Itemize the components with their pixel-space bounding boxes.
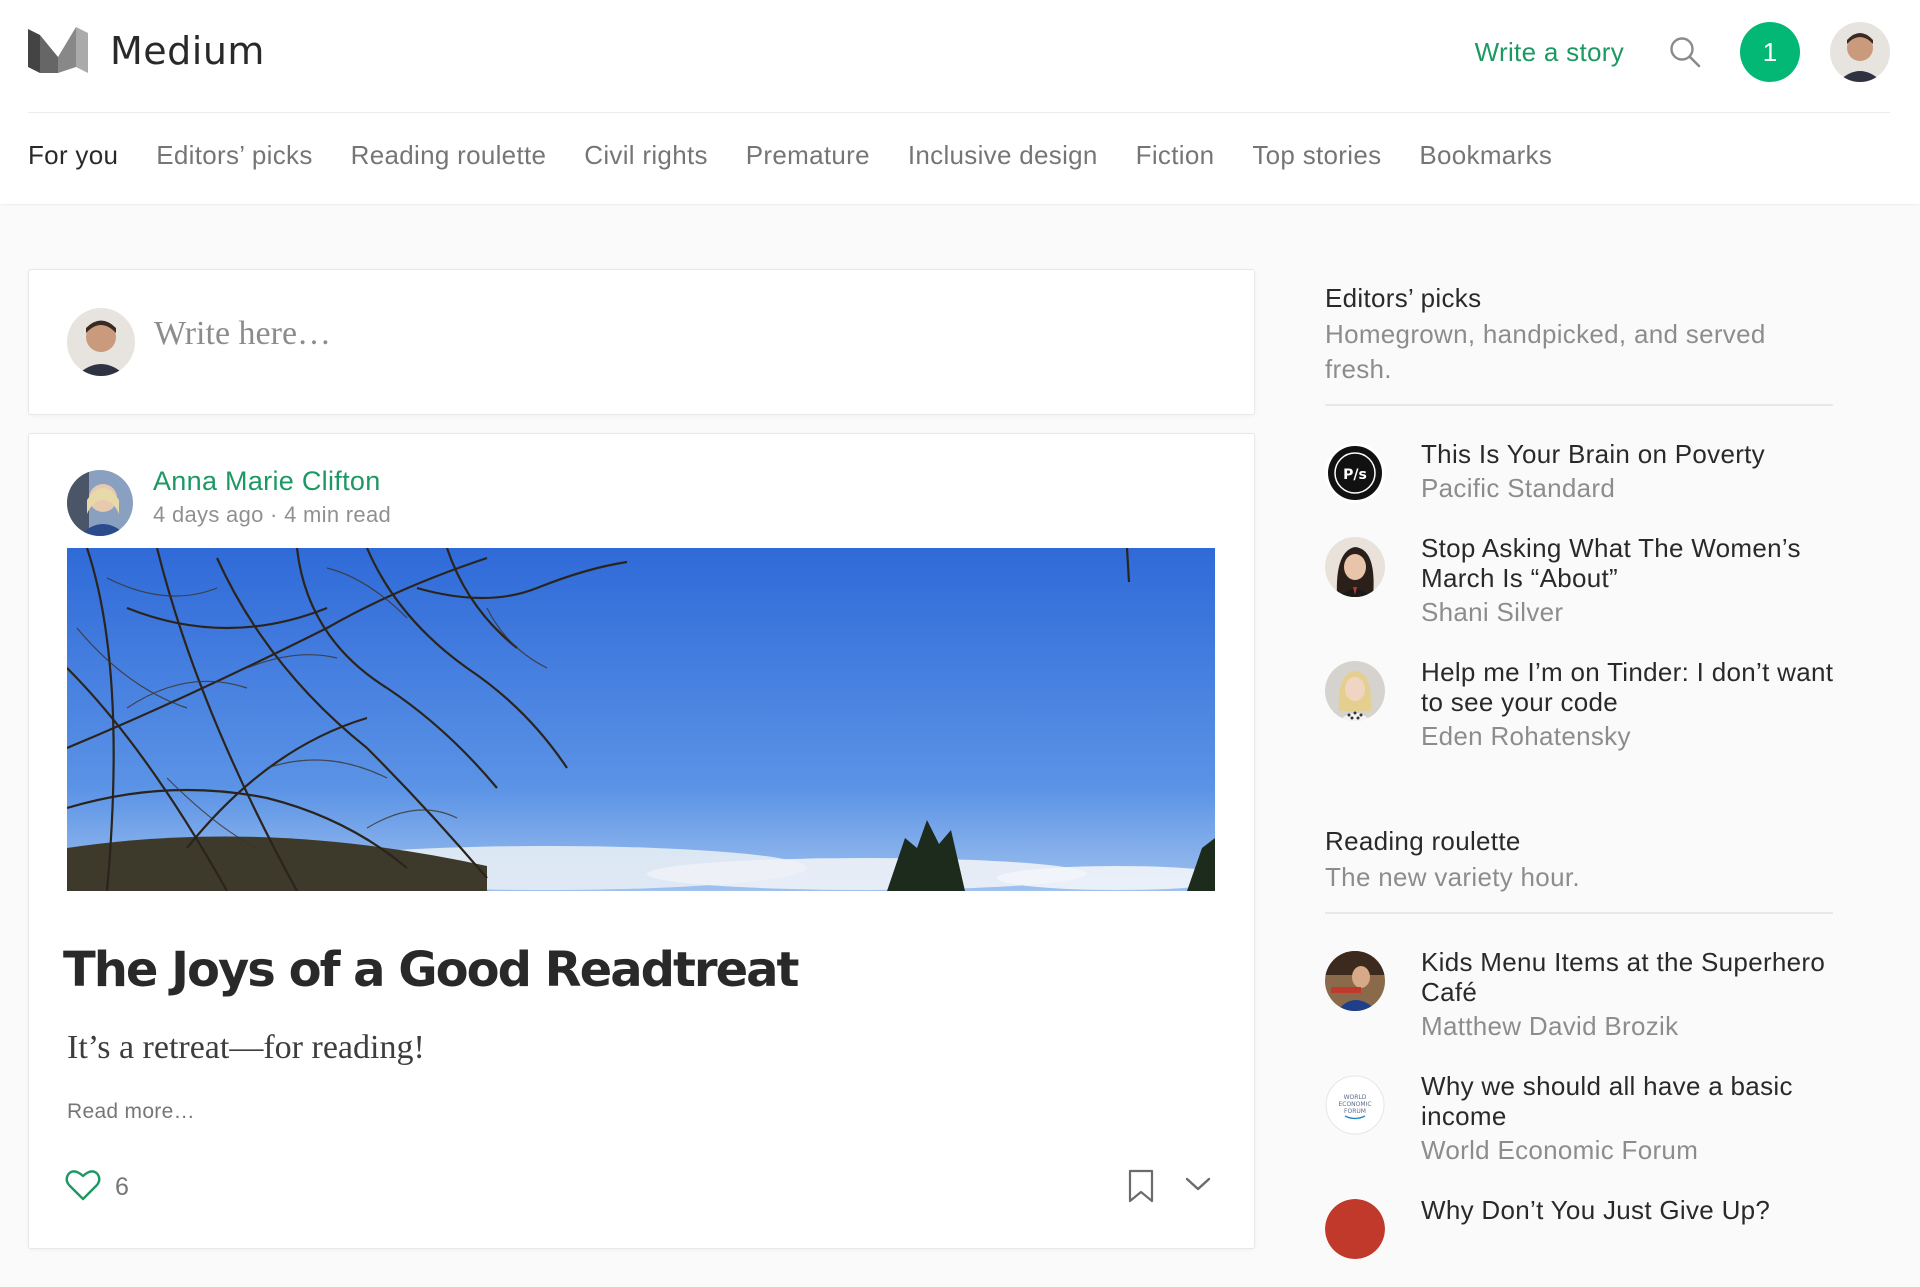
top-header: Medium Write a story 1 For you Editors’ … [0,0,1920,204]
editors-picks-subtitle: Homegrown, handpicked, and served fresh. [1325,319,1766,384]
chevron-down-icon[interactable] [1185,1176,1211,1197]
section-divider [1325,912,1833,914]
item-author[interactable]: World Economic Forum [1421,1133,1835,1167]
post-title[interactable]: The Joys of a Good Readtreat [63,942,799,998]
item-title[interactable]: Why Don’t You Just Give Up? [1421,1195,1835,1225]
post-meta: 4 days ago · 4 min read [153,502,392,527]
svg-text:WORLD: WORLD [1344,1094,1367,1101]
nav-for-you[interactable]: For you [28,140,118,171]
author-name[interactable]: Anna Marie Clifton [153,466,381,497]
author-thumbnail [1325,537,1385,597]
nav-civil-rights[interactable]: Civil rights [584,140,708,171]
author-thumbnail [1325,951,1385,1011]
item-author[interactable]: Eden Rohatensky [1421,719,1835,753]
author-avatar[interactable] [67,470,133,536]
list-item[interactable]: Why Don’t You Just Give Up? [1325,1195,1835,1259]
nav-premature[interactable]: Premature [746,140,870,171]
nav-top-stories[interactable]: Top stories [1252,140,1381,171]
world-economic-forum-logo: WORLD ECONOMIC FORUM [1325,1075,1385,1135]
list-item[interactable]: WORLD ECONOMIC FORUM Why we should all h… [1325,1071,1835,1167]
write-story-link[interactable]: Write a story [1475,37,1624,68]
nav-fiction[interactable]: Fiction [1136,140,1215,171]
reading-roulette-section: Reading roulette The new variety hour. K… [1325,823,1835,1259]
list-item[interactable]: Help me I’m on Tinder: I don’t want to s… [1325,657,1835,753]
svg-text:ECONOMIC: ECONOMIC [1338,1101,1371,1108]
item-author[interactable]: Shani Silver [1421,595,1835,629]
reading-roulette-title[interactable]: Reading roulette [1325,823,1835,859]
svg-text:FORUM: FORUM [1344,1108,1366,1115]
author-thumbnail [1325,661,1385,721]
editors-picks-section: Editors’ picks Homegrown, handpicked, an… [1325,280,1835,753]
header-divider [28,112,1890,113]
post-hero-image[interactable] [67,548,1215,891]
reading-roulette-subtitle: The new variety hour. [1325,862,1580,892]
nav-reading-roulette[interactable]: Reading roulette [351,140,547,171]
post-subtitle: It’s a retreat—for reading! [67,1029,425,1066]
like-count: 6 [115,1173,129,1201]
author-thumbnail [1325,1199,1385,1259]
list-item[interactable]: Kids Menu Items at the Superhero Café Ma… [1325,947,1835,1043]
item-author[interactable]: Pacific Standard [1421,471,1835,505]
compose-avatar [67,308,135,376]
item-title[interactable]: This Is Your Brain on Poverty [1421,439,1835,469]
bookmark-icon[interactable] [1127,1169,1155,1208]
compose-card [28,269,1255,415]
header-actions: Write a story 1 [1475,22,1890,82]
notification-badge[interactable]: 1 [1740,22,1800,82]
item-title[interactable]: Kids Menu Items at the Superhero Café [1421,947,1835,1007]
item-title[interactable]: Stop Asking What The Women’s March Is “A… [1421,533,1835,593]
item-title[interactable]: Why we should all have a basic income [1421,1071,1835,1131]
nav-bookmarks[interactable]: Bookmarks [1419,140,1552,171]
list-item[interactable]: Stop Asking What The Women’s March Is “A… [1325,533,1835,629]
pacific-standard-logo: P/s [1325,443,1385,503]
like-control: 6 [65,1168,129,1207]
editors-picks-title[interactable]: Editors’ picks [1325,280,1835,316]
user-avatar[interactable] [1830,22,1890,82]
item-title[interactable]: Help me I’m on Tinder: I don’t want to s… [1421,657,1835,717]
medium-logo-icon [28,27,88,73]
compose-input[interactable] [152,314,1056,354]
medium-logo[interactable]: Medium [28,27,265,75]
logo-text: Medium [110,29,265,73]
list-item[interactable]: P/s This Is Your Brain on Poverty Pacifi… [1325,439,1835,505]
section-divider [1325,404,1833,406]
nav-editors-picks[interactable]: Editors’ picks [156,140,312,171]
topic-nav: For you Editors’ picks Reading roulette … [28,140,1590,171]
search-icon[interactable] [1668,35,1702,69]
item-author[interactable]: Matthew David Brozik [1421,1009,1835,1043]
nav-inclusive-design[interactable]: Inclusive design [908,140,1098,171]
sidebar: Editors’ picks Homegrown, handpicked, an… [1325,280,1835,1287]
svg-text:P/s: P/s [1343,467,1367,483]
read-more-link[interactable]: Read more… [67,1100,195,1124]
heart-icon[interactable] [65,1168,101,1207]
post-card: Anna Marie Clifton 4 days ago · 4 min re… [28,433,1255,1249]
